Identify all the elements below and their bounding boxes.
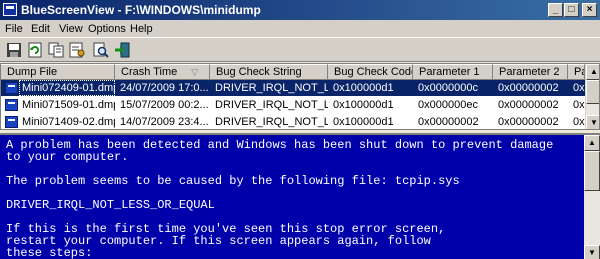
crash-list-table[interactable]: Dump File Crash Time ▽ Bug Check String B… — [0, 63, 600, 130]
menu-view[interactable]: View — [59, 23, 83, 35]
menu-edit[interactable]: Edit — [31, 23, 50, 35]
dump-file-icon — [5, 116, 18, 128]
bsod-text-line: DRIVER_IRQL_NOT_LESS_OR_EQUAL — [6, 198, 215, 212]
app-icon — [3, 3, 17, 16]
bsod-text-line: to your computer. — [6, 150, 129, 164]
menu-help[interactable]: Help — [130, 23, 153, 35]
table-row[interactable]: Mini071409-02.dmp 14/07/2009 23:4... DRI… — [1, 114, 585, 129]
scroll-thumb[interactable] — [586, 80, 599, 104]
copy-icon[interactable] — [47, 41, 65, 59]
refresh-icon[interactable] — [26, 41, 44, 59]
table-row[interactable]: Mini072409-01.dmp 24/07/2009 17:0... DRI… — [1, 80, 585, 96]
blue-screen-preview[interactable]: A problem has been detected and Windows … — [0, 133, 600, 259]
bsod-scrollbar[interactable]: ▲ ▼ — [584, 135, 600, 259]
column-header-parameter-1[interactable]: Parameter 1 — [413, 64, 493, 80]
scroll-thumb[interactable] — [584, 151, 600, 191]
dump-file-icon — [5, 82, 18, 94]
column-header-bug-check-code[interactable]: Bug Check Code — [328, 64, 413, 80]
scroll-down-button[interactable]: ▼ — [584, 245, 600, 259]
column-header-bug-check-string[interactable]: Bug Check String — [210, 64, 328, 80]
title-bar[interactable]: BlueScreenView - F:\WINDOWS\minidump _ □… — [0, 0, 600, 20]
menu-file[interactable]: File — [5, 23, 23, 35]
bsod-text-line: these steps: — [6, 246, 93, 259]
properties-icon[interactable] — [68, 41, 86, 59]
column-header-crash-time[interactable]: Crash Time ▽ — [115, 64, 210, 80]
table-scrollbar[interactable]: ▲ ▼ — [585, 64, 599, 129]
window-title: BlueScreenView - F:\WINDOWS\minidump — [21, 3, 261, 17]
column-header-dump-file[interactable]: Dump File — [1, 64, 115, 80]
minimize-button[interactable]: _ — [548, 3, 563, 17]
close-button[interactable]: × — [582, 3, 597, 17]
exit-icon[interactable] — [113, 41, 131, 59]
scroll-up-button[interactable]: ▲ — [586, 64, 599, 80]
column-header-parameter-2[interactable]: Parameter 2 — [493, 64, 568, 80]
scroll-up-button[interactable]: ▲ — [584, 135, 600, 151]
sort-descending-icon: ▽ — [191, 67, 199, 77]
menu-options[interactable]: Options — [88, 23, 126, 35]
table-row[interactable]: Mini071509-01.dmp 15/07/2009 00:2... DRI… — [1, 97, 585, 113]
save-icon[interactable] — [5, 41, 23, 59]
maximize-button[interactable]: □ — [564, 3, 579, 17]
dump-file-icon — [5, 99, 18, 111]
scroll-down-button[interactable]: ▼ — [586, 115, 599, 129]
menu-bar: File Edit View Options Help — [0, 20, 600, 38]
bsod-text-line: The problem seems to be caused by the fo… — [6, 174, 460, 188]
toolbar — [0, 38, 600, 62]
column-header-parameter-3[interactable]: Pa — [568, 64, 585, 80]
find-icon[interactable] — [92, 41, 110, 59]
